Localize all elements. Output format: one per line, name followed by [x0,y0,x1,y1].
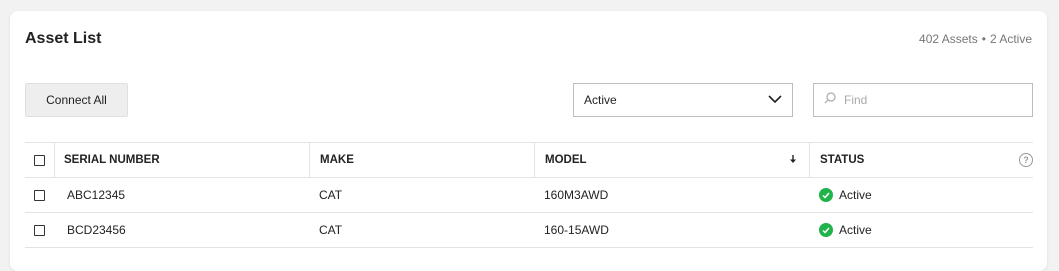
chevron-down-icon [768,93,782,107]
model-cell: 160M3AWD [544,188,609,202]
check-circle-icon [819,188,833,202]
column-header-model[interactable]: MODEL [534,143,809,177]
asset-list-card: Asset List 402 Assets • 2 Active Connect A… [10,11,1047,271]
status-filter-value: Active [584,93,617,107]
search-input[interactable] [842,92,1016,108]
serial-cell: BCD23456 [67,223,126,237]
make-cell: CAT [319,188,343,202]
check-circle-icon [819,223,833,237]
column-header-status-label: STATUS [820,154,865,166]
status-filter-select[interactable]: Active [573,83,793,117]
connect-all-button[interactable]: Connect All [25,83,128,117]
status-indicator: Active [819,188,872,202]
search-icon [824,91,836,109]
model-cell: 160-15AWD [544,223,609,237]
table-row[interactable]: ABC12345 CAT 160M3AWD Active [25,178,1033,213]
column-header-status[interactable]: STATUS ? [809,143,1033,177]
make-cell: CAT [319,223,343,237]
arrow-down-icon[interactable] [789,154,797,167]
asset-count: 402 Assets [919,32,978,46]
active-count: 2 Active [989,32,1032,46]
status-label: Active [839,188,872,202]
summary-separator: • [981,32,986,46]
row-select-cell [25,213,54,247]
row-checkbox[interactable] [34,189,45,201]
row-select-cell [25,178,54,212]
row-checkbox[interactable] [34,224,45,236]
column-header-make[interactable]: MAKE [309,143,534,177]
column-header-model-label: MODEL [545,154,587,166]
page-title: Asset List [25,30,102,47]
search-box[interactable] [813,83,1033,117]
status-cell: Active [809,213,1033,247]
table-header-row: SERIAL NUMBER MAKE MODEL STATUS ? [25,143,1033,178]
status-label: Active [839,223,872,237]
asset-summary: 402 Assets • 2 Active [919,32,1032,46]
table-row[interactable]: BCD23456 CAT 160-15AWD Active [25,213,1033,248]
help-icon[interactable]: ? [1019,153,1033,167]
select-all-checkbox[interactable] [34,154,45,166]
column-header-serial[interactable]: SERIAL NUMBER [54,143,309,177]
asset-table: SERIAL NUMBER MAKE MODEL STATUS ? ABC123… [25,142,1033,248]
serial-cell: ABC12345 [67,188,126,202]
select-all-cell [25,143,54,177]
status-cell: Active [809,178,1033,212]
status-indicator: Active [819,223,872,237]
